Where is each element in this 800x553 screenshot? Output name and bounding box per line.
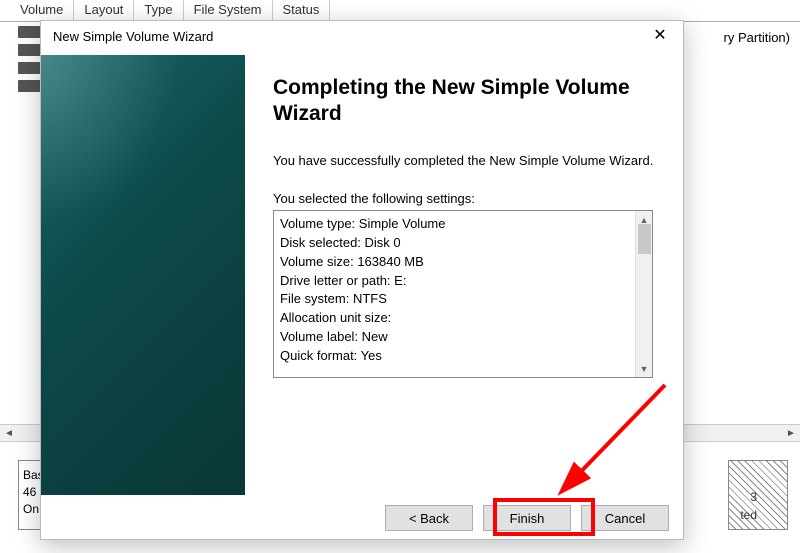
settings-listbox[interactable]: Volume type: Simple Volume Disk selected… — [273, 210, 653, 378]
setting-row: Disk selected: Disk 0 — [280, 234, 646, 253]
scrollbar-thumb[interactable] — [638, 224, 651, 254]
col-type[interactable]: Type — [134, 0, 183, 21]
text-fragment: ted — [740, 508, 757, 522]
volume-icons — [18, 26, 42, 98]
setting-row: Drive letter or path: E: — [280, 272, 646, 291]
scroll-down-icon[interactable]: ▼ — [636, 360, 652, 377]
setting-row: File system: NTFS — [280, 290, 646, 309]
col-volume[interactable]: Volume — [10, 0, 74, 21]
settings-content: Volume type: Simple Volume Disk selected… — [274, 211, 652, 370]
wizard-heading: Completing the New Simple Volume Wizard — [273, 75, 659, 128]
cancel-button[interactable]: Cancel — [581, 505, 669, 531]
disk-icon — [18, 26, 42, 38]
partition-text-fragment: ry Partition) — [724, 30, 790, 45]
close-icon: ✕ — [653, 27, 666, 44]
col-status[interactable]: Status — [273, 0, 331, 21]
column-headers: Volume Layout Type File System Status — [0, 0, 800, 22]
wizard-content: Completing the New Simple Volume Wizard … — [245, 55, 683, 495]
wizard-titlebar: New Simple Volume Wizard ✕ — [41, 21, 683, 55]
wizard-sidebar-image — [41, 55, 245, 495]
setting-row: Volume type: Simple Volume — [280, 215, 646, 234]
unallocated-space — [728, 460, 788, 530]
setting-row: Volume label: New — [280, 328, 646, 347]
disk-icon — [18, 44, 42, 56]
new-simple-volume-wizard-dialog: New Simple Volume Wizard ✕ Completing th… — [40, 20, 684, 540]
close-button[interactable]: ✕ — [645, 25, 675, 49]
vertical-scrollbar[interactable]: ▲ ▼ — [635, 211, 652, 377]
settings-label: You selected the following settings: — [273, 191, 659, 206]
col-layout[interactable]: Layout — [74, 0, 134, 21]
setting-row: Quick format: Yes — [280, 347, 646, 366]
finish-button[interactable]: Finish — [483, 505, 571, 531]
wizard-title: New Simple Volume Wizard — [53, 29, 213, 44]
setting-row: Volume size: 163840 MB — [280, 253, 646, 272]
back-button[interactable]: < Back — [385, 505, 473, 531]
wizard-footer: < Back Finish Cancel — [41, 495, 683, 541]
text-fragment: 3 — [750, 490, 757, 504]
scroll-right-icon[interactable]: ► — [782, 425, 800, 441]
wizard-success-text: You have successfully completed the New … — [273, 152, 659, 170]
col-filesystem[interactable]: File System — [184, 0, 273, 21]
disk-icon — [18, 80, 42, 92]
setting-row: Allocation unit size: — [280, 309, 646, 328]
disk-icon — [18, 62, 42, 74]
scroll-left-icon[interactable]: ◄ — [0, 425, 18, 441]
